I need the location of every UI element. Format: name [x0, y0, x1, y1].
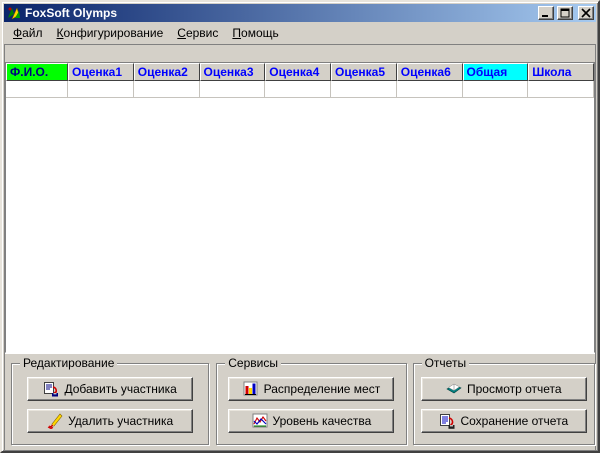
table-cell[interactable]	[68, 81, 134, 97]
client-area: Ф.И.О. Оценка1 Оценка2 Оценка3 Оценка4 О…	[4, 44, 596, 451]
quality-level-label: Уровень качества	[273, 414, 372, 428]
add-participant-label: Добавить участника	[64, 382, 176, 396]
column-header-total[interactable]: Общая	[463, 63, 529, 81]
table-cell[interactable]	[463, 81, 529, 97]
grid-body[interactable]	[6, 98, 594, 352]
column-header-fio[interactable]: Ф.И.О.	[6, 63, 68, 81]
column-header-ocenka4[interactable]: Оценка4	[265, 63, 331, 81]
delete-participant-icon	[47, 413, 63, 429]
add-participant-button[interactable]: Добавить участника	[27, 377, 193, 401]
groupbox-editing: Редактирование Добавить участника	[11, 363, 209, 445]
table-cell[interactable]	[200, 81, 266, 97]
open-book-icon	[446, 381, 462, 397]
grid-header-row: Ф.И.О. Оценка1 Оценка2 Оценка3 Оценка4 О…	[6, 63, 594, 81]
toolbar-strip	[5, 45, 595, 62]
close-icon	[581, 8, 591, 18]
column-header-ocenka3[interactable]: Оценка3	[200, 63, 266, 81]
bottom-panel: Редактирование Добавить участника	[5, 353, 595, 450]
app-icon	[6, 5, 22, 21]
add-participant-icon	[43, 381, 59, 397]
grid-empty-row[interactable]	[6, 81, 594, 98]
groupbox-reports: Отчеты Просмотр отчета	[413, 363, 595, 445]
bar-chart-icon	[243, 381, 259, 397]
save-report-button[interactable]: Сохранение отчета	[421, 409, 587, 433]
title-bar[interactable]: FoxSoft Olymps	[4, 4, 596, 22]
view-report-label: Просмотр отчета	[467, 382, 562, 396]
table-cell[interactable]	[265, 81, 331, 97]
groupbox-services: Сервисы Распределение мест	[216, 363, 406, 445]
column-header-ocenka2[interactable]: Оценка2	[134, 63, 200, 81]
line-chart-icon	[252, 413, 268, 429]
table-cell[interactable]	[331, 81, 397, 97]
maximize-icon	[560, 8, 570, 18]
window-title: FoxSoft Olymps	[25, 4, 535, 22]
table-cell[interactable]	[134, 81, 200, 97]
participants-grid[interactable]: Ф.И.О. Оценка1 Оценка2 Оценка3 Оценка4 О…	[5, 62, 595, 353]
distribution-button[interactable]: Распределение мест	[228, 377, 394, 401]
menu-item-file[interactable]: Файл	[6, 24, 50, 42]
menu-item-configuration[interactable]: Конфигурирование	[50, 24, 171, 42]
table-cell[interactable]	[397, 81, 463, 97]
app-window: FoxSoft Olymps Файл Конфигурирование Сер…	[0, 0, 600, 453]
save-report-label: Сохранение отчета	[460, 414, 568, 428]
groupbox-editing-title: Редактирование	[20, 356, 117, 370]
save-report-icon	[439, 413, 455, 429]
column-header-school[interactable]: Школа	[528, 63, 594, 81]
groupbox-services-title: Сервисы	[225, 356, 281, 370]
table-cell[interactable]	[6, 81, 68, 97]
distribution-label: Распределение мест	[264, 382, 381, 396]
menu-item-service[interactable]: Сервис	[170, 24, 225, 42]
delete-participant-button[interactable]: Удалить участника	[27, 409, 193, 433]
groupbox-reports-title: Отчеты	[422, 356, 469, 370]
menu-item-help[interactable]: Помощь	[225, 24, 285, 42]
maximize-button[interactable]	[557, 6, 573, 20]
minimize-button[interactable]	[538, 6, 554, 20]
column-header-ocenka5[interactable]: Оценка5	[331, 63, 397, 81]
column-header-ocenka1[interactable]: Оценка1	[68, 63, 134, 81]
menu-bar: Файл Конфигурирование Сервис Помощь	[4, 22, 596, 44]
column-header-ocenka6[interactable]: Оценка6	[397, 63, 463, 81]
minimize-icon	[541, 8, 551, 18]
close-button[interactable]	[578, 6, 594, 20]
delete-participant-label: Удалить участника	[68, 414, 173, 428]
view-report-button[interactable]: Просмотр отчета	[421, 377, 587, 401]
quality-level-button[interactable]: Уровень качества	[228, 409, 394, 433]
table-cell[interactable]	[528, 81, 594, 97]
